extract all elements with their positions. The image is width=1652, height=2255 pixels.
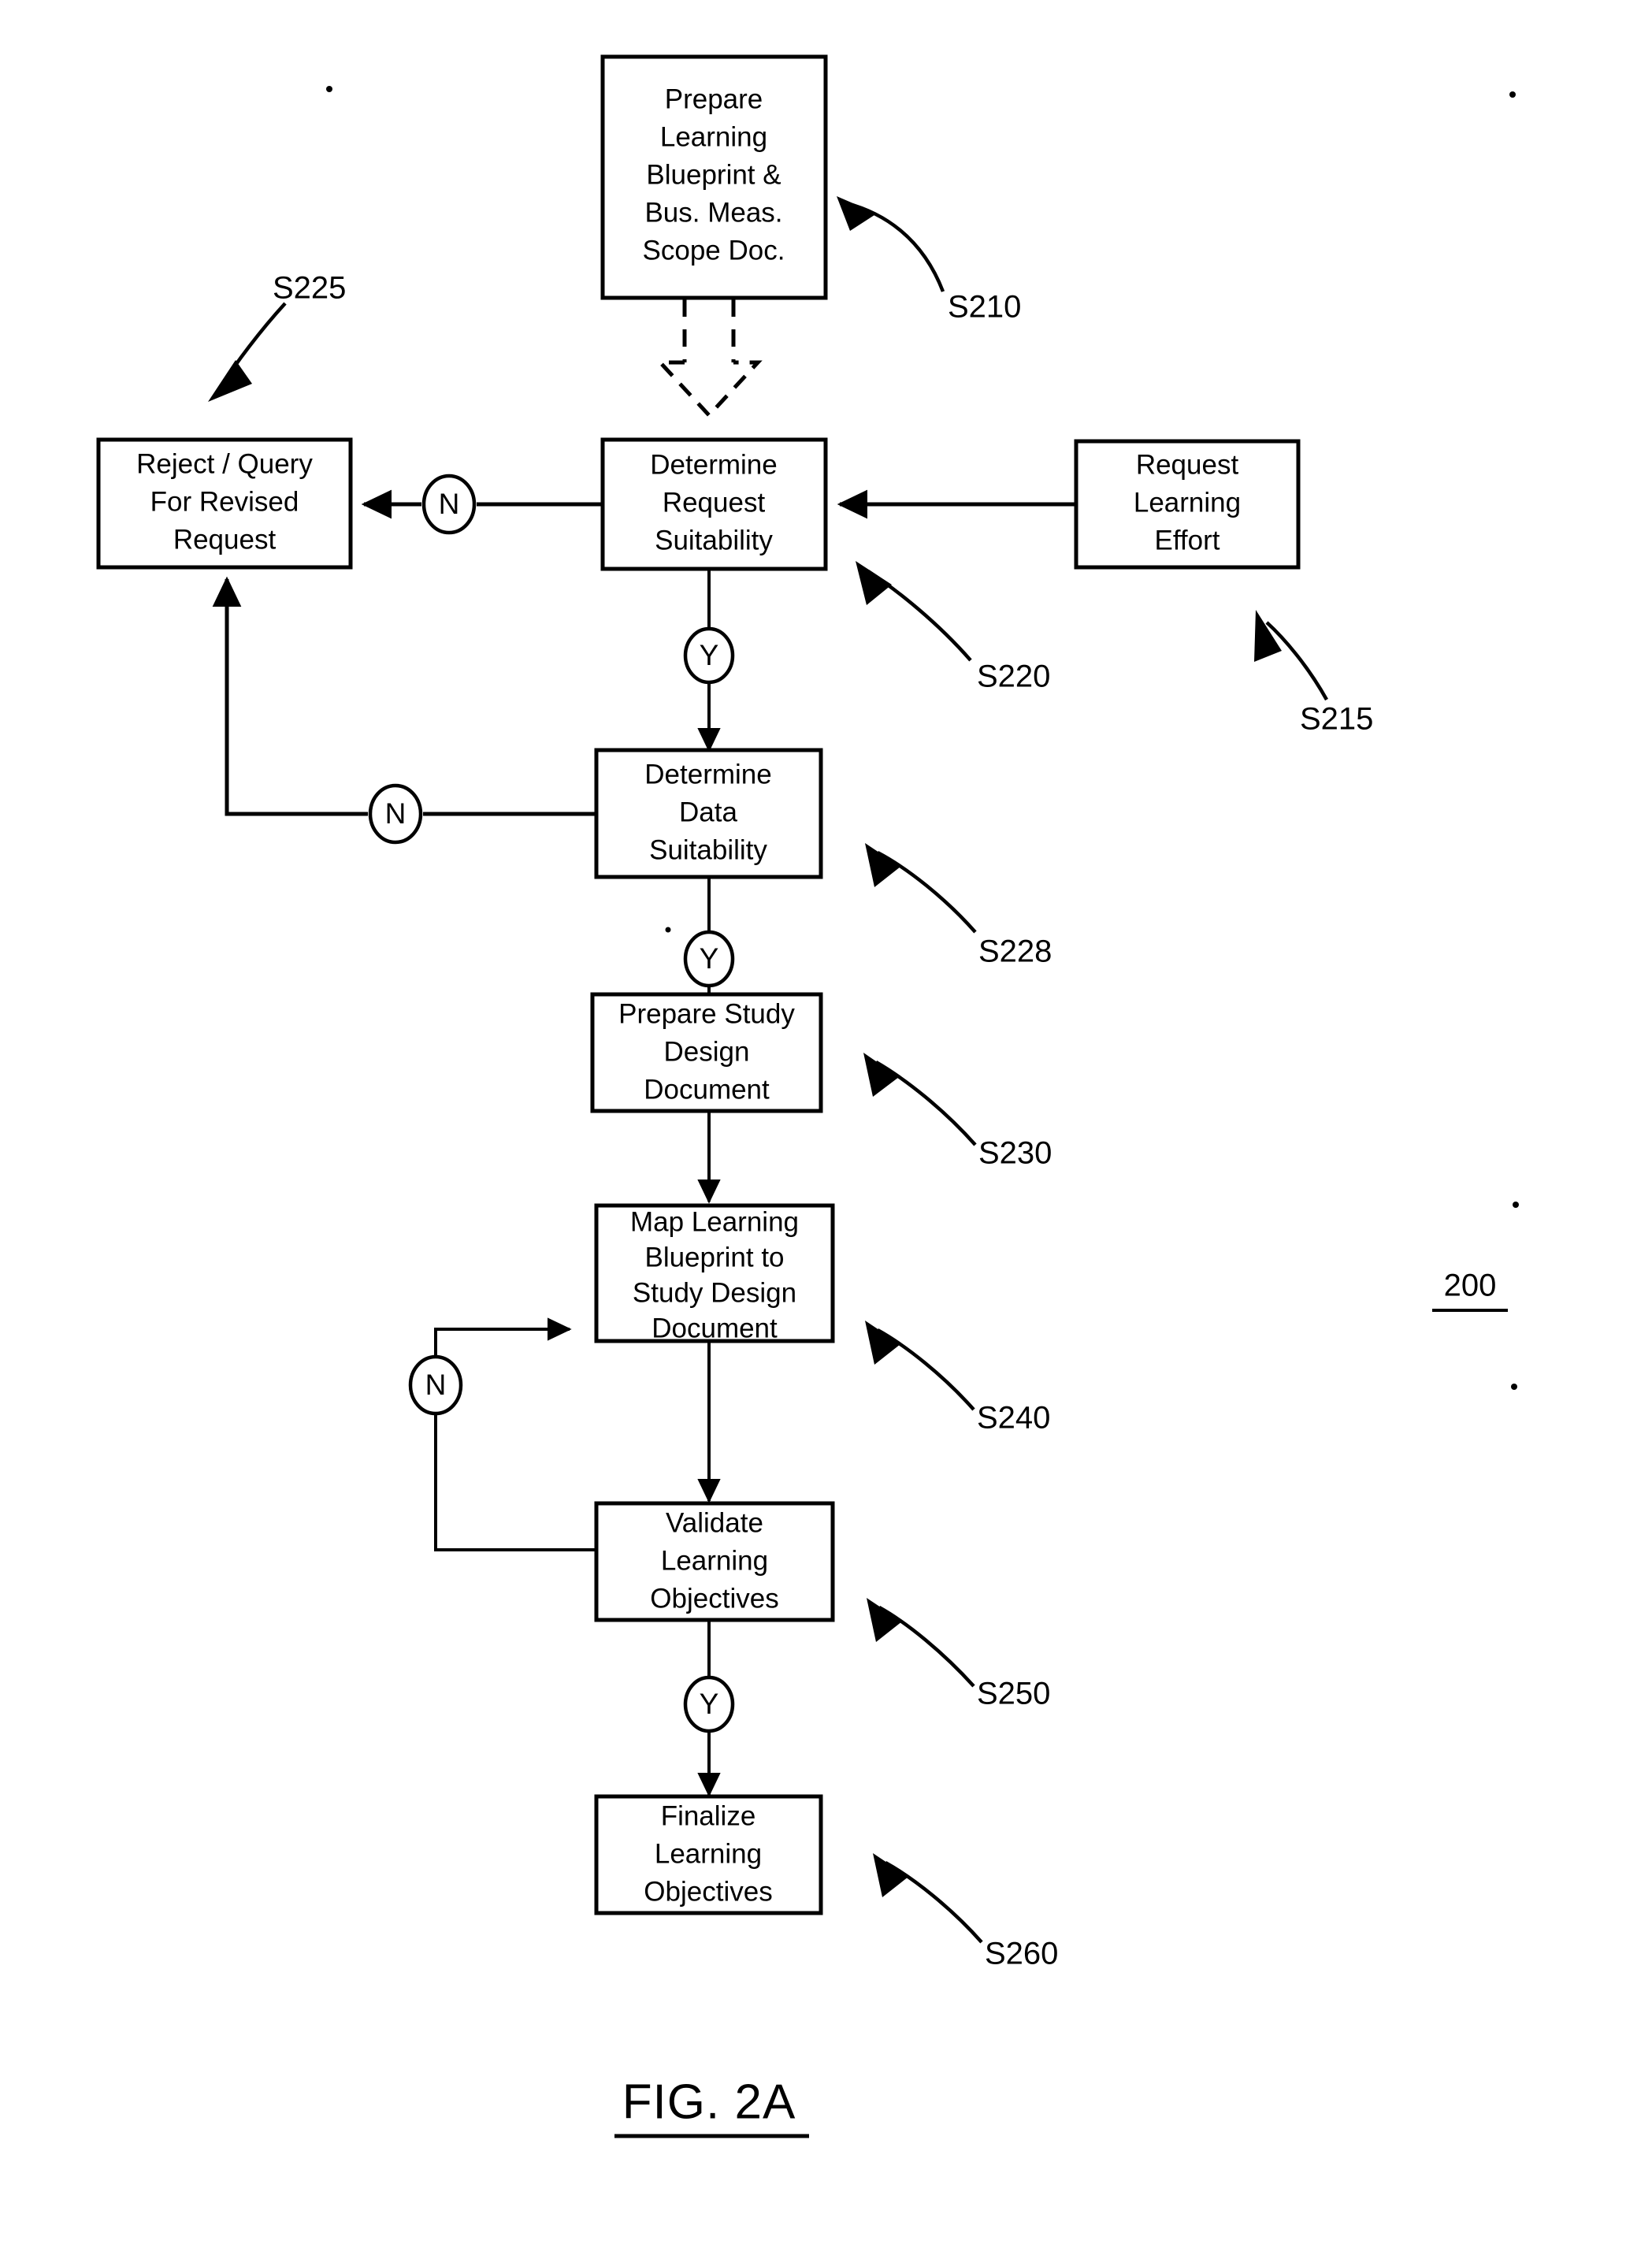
box-line: Determine bbox=[644, 759, 771, 789]
box-line: Prepare Study bbox=[618, 998, 795, 1029]
box-line: Learning bbox=[655, 1838, 762, 1869]
box-line: Reject / Query bbox=[136, 448, 313, 479]
node-s230[interactable]: Prepare Study Design Document bbox=[590, 992, 823, 1113]
node-s220[interactable]: Determine Request Suitability bbox=[600, 437, 828, 571]
box-line: Request bbox=[1136, 449, 1239, 480]
y-label: Y bbox=[700, 1688, 719, 1720]
node-s225[interactable]: Reject / Query For Revised Request bbox=[96, 437, 353, 570]
n-label: N bbox=[439, 488, 460, 520]
node-s240[interactable]: Map Learning Blueprint to Study Design D… bbox=[594, 1203, 835, 1343]
box-line: Data bbox=[679, 797, 737, 827]
step-label-s250: S250 bbox=[977, 1677, 1050, 1711]
box-line: Objectives bbox=[650, 1583, 778, 1614]
leader-s250 bbox=[867, 1598, 975, 1688]
box-line: Suitability bbox=[649, 834, 767, 865]
decision-marker-n-request: N bbox=[421, 474, 477, 535]
figure-caption: FIG. 2A bbox=[622, 2075, 796, 2129]
box-line: Learning bbox=[660, 121, 767, 152]
step-label-s210: S210 bbox=[948, 290, 1021, 325]
connector-s210-to-s220 bbox=[655, 299, 763, 418]
box-line: Map Learning bbox=[630, 1206, 799, 1237]
node-s215[interactable]: Request Learning Effort bbox=[1074, 439, 1301, 570]
node-s210[interactable]: Prepare Learning Blueprint & Bus. Meas. … bbox=[600, 54, 828, 300]
decision-marker-y-validate: Y bbox=[683, 1675, 735, 1733]
box-line: Learning bbox=[661, 1545, 768, 1576]
connector-s228-n-to-s225 bbox=[212, 576, 596, 816]
box-line: Effort bbox=[1154, 525, 1220, 555]
box-line: Bus. Meas. bbox=[644, 197, 782, 228]
box-line: Suitability bbox=[655, 525, 773, 555]
box-line: Blueprint & bbox=[646, 159, 781, 190]
leader-s210 bbox=[837, 196, 945, 292]
box-line: Learning bbox=[1134, 487, 1241, 518]
node-s228[interactable]: Determine Data Suitability bbox=[594, 748, 823, 879]
figure-caption-group: FIG. 2A bbox=[614, 2075, 809, 2138]
box-line: Document bbox=[652, 1313, 778, 1343]
box-line: Validate bbox=[666, 1507, 763, 1538]
leader-s220 bbox=[856, 561, 972, 662]
decision-marker-y-data: Y bbox=[683, 930, 735, 988]
box-line: Request bbox=[663, 487, 766, 518]
box-line: Scope Doc. bbox=[643, 235, 785, 266]
scan-speck bbox=[665, 927, 671, 933]
leader-s215 bbox=[1254, 610, 1328, 701]
scan-speck bbox=[326, 86, 332, 92]
step-label-s225: S225 bbox=[273, 271, 346, 306]
leader-s230 bbox=[863, 1053, 977, 1146]
leader-s228 bbox=[865, 843, 977, 934]
patent-figure-page: Prepare Learning Blueprint & Bus. Meas. … bbox=[0, 0, 1652, 2255]
reference-numeral-200: 200 bbox=[1444, 1269, 1497, 1303]
box-line: Objectives bbox=[644, 1876, 772, 1907]
scan-speck bbox=[1509, 91, 1516, 98]
y-label: Y bbox=[700, 639, 719, 671]
box-line: Document bbox=[644, 1074, 770, 1105]
box-line: Determine bbox=[650, 449, 777, 480]
box-line: Study Design bbox=[633, 1277, 796, 1308]
n-label: N bbox=[425, 1369, 447, 1401]
box-line: Prepare bbox=[665, 84, 763, 114]
node-s260[interactable]: Finalize Learning Objectives bbox=[594, 1794, 823, 1915]
step-label-s220: S220 bbox=[977, 659, 1050, 694]
n-label: N bbox=[385, 797, 407, 830]
decision-marker-n-data: N bbox=[368, 783, 423, 845]
step-label-s230: S230 bbox=[978, 1136, 1052, 1171]
box-line: Finalize bbox=[661, 1800, 756, 1831]
box-line: For Revised bbox=[150, 486, 299, 517]
box-line: Request bbox=[173, 524, 277, 555]
step-label-s228: S228 bbox=[978, 934, 1052, 969]
connector-s250-n-to-s240 bbox=[434, 1317, 596, 1551]
figure-reference-numeral: 200 bbox=[1432, 1269, 1508, 1312]
step-label-s260: S260 bbox=[985, 1937, 1058, 1971]
leader-s240 bbox=[865, 1321, 975, 1411]
y-label: Y bbox=[700, 942, 719, 975]
step-label-s240: S240 bbox=[977, 1401, 1050, 1436]
flowchart-svg: Prepare Learning Blueprint & Bus. Meas. … bbox=[96, 54, 1519, 2138]
box-line: Blueprint to bbox=[644, 1242, 784, 1272]
scan-speck bbox=[1511, 1384, 1517, 1390]
node-s250[interactable]: Validate Learning Objectives bbox=[594, 1501, 835, 1622]
decision-marker-n-validate: N bbox=[408, 1354, 463, 1416]
scan-speck bbox=[1513, 1202, 1519, 1208]
leader-s225 bbox=[208, 302, 287, 402]
box-line: Design bbox=[664, 1036, 750, 1067]
step-label-s215: S215 bbox=[1300, 702, 1373, 737]
decision-marker-y-request: Y bbox=[683, 626, 735, 685]
leader-s260 bbox=[873, 1853, 983, 1944]
